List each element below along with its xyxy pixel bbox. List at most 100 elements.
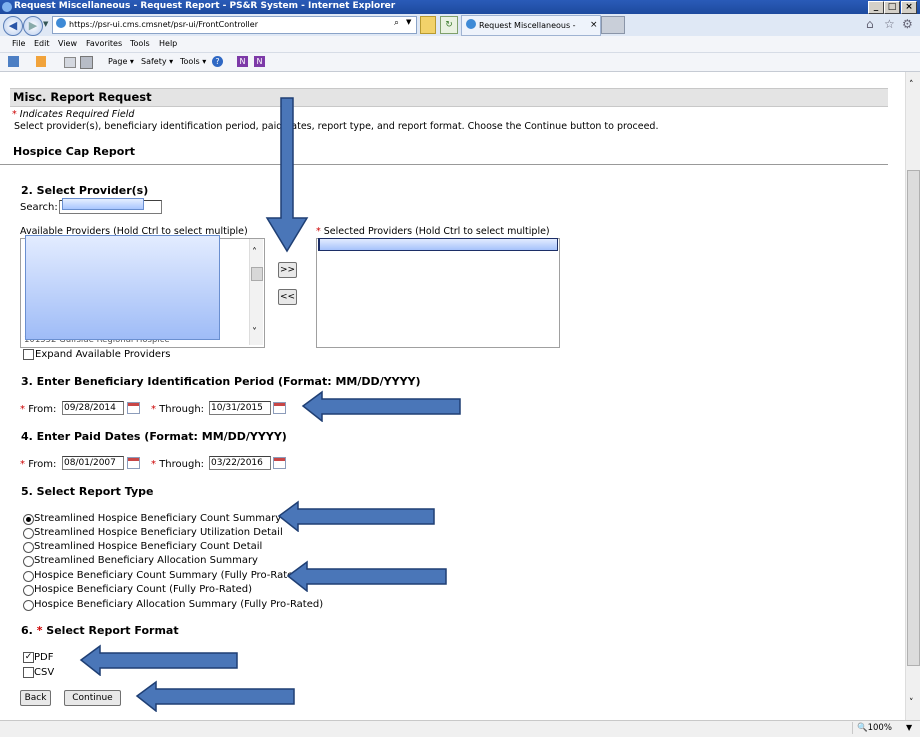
scroll-up-icon[interactable]: ˄ — [252, 247, 257, 258]
search-icon[interactable]: ⌕ — [394, 18, 399, 28]
menu-favorites[interactable]: Favorites — [86, 39, 122, 48]
forward-arrow-icon[interactable]: ▶ — [23, 16, 43, 36]
new-tab-button[interactable] — [601, 16, 625, 34]
report-type-radio-2[interactable] — [23, 542, 34, 553]
report-type-radio-6[interactable] — [23, 600, 34, 611]
command-bar: Page ▾ Safety ▾ Tools ▾ ? N N — [0, 53, 920, 72]
section-header: Misc. Report Request — [10, 88, 888, 107]
report-type-radio-5[interactable] — [23, 585, 34, 596]
list-scroll-thumb[interactable] — [251, 267, 263, 281]
close-window-button[interactable]: × — [901, 1, 917, 14]
print-icon[interactable] — [80, 56, 93, 69]
add-provider-button[interactable]: >> — [278, 262, 297, 278]
down-arrow-annotation — [265, 97, 309, 253]
gear-icon[interactable]: ⚙ — [902, 17, 913, 31]
menu-tools[interactable]: Tools — [130, 39, 150, 48]
safety-menu[interactable]: Safety ▾ — [141, 57, 173, 66]
scroll-down-icon[interactable]: ˅ — [909, 698, 914, 708]
report-type-label-4: Hospice Beneficiary Count Summary (Fully… — [34, 570, 304, 581]
browser-tab[interactable]: Request Miscellaneous - Req... × — [461, 15, 601, 49]
minimize-button[interactable]: _ — [868, 1, 884, 14]
required-asterisk: * — [12, 109, 17, 120]
page-content: Misc. Report Request * Indicates Require… — [0, 72, 905, 720]
divider — [0, 164, 888, 165]
beneficiary-through-input[interactable]: 10/31/2015 — [209, 401, 271, 415]
report-format-title: 6. * Select Report Format — [21, 624, 179, 637]
selected-providers-list[interactable] — [316, 238, 560, 348]
tab-page-icon — [466, 19, 476, 29]
list-scrollbar[interactable]: ˄ ˅ — [249, 239, 263, 345]
beneficiary-title: 3. Enter Beneficiary Identification Peri… — [21, 375, 421, 388]
page-menu[interactable]: Page ▾ — [108, 57, 134, 66]
back-arrow-icon[interactable]: ◀ — [3, 16, 23, 36]
left-arrow-annotation — [135, 680, 295, 712]
redaction-block — [25, 235, 220, 340]
report-type-label-5: Hospice Beneficiary Count (Fully Pro-Rat… — [34, 584, 253, 595]
calendar-icon[interactable] — [273, 402, 286, 414]
scroll-up-icon[interactable]: ˄ — [909, 80, 914, 90]
home-icon[interactable]: ⌂ — [866, 17, 874, 31]
remove-provider-button[interactable]: << — [278, 289, 297, 305]
pdf-label: PDF — [34, 652, 54, 663]
page-icon — [56, 18, 66, 28]
menu-file[interactable]: File — [12, 39, 25, 48]
zoom-control[interactable]: 🔍100% — [852, 722, 907, 734]
menu-edit[interactable]: Edit — [34, 39, 50, 48]
pdf-checkbox[interactable]: ✓ — [23, 652, 34, 663]
mail-icon[interactable] — [64, 57, 76, 68]
paid-through-label: * Through: — [151, 459, 205, 470]
report-type-radio-0[interactable] — [23, 514, 34, 525]
onenote-linked-icon[interactable]: N — [254, 56, 265, 67]
history-dropdown-icon[interactable]: ▼ — [43, 20, 48, 28]
refresh-icon[interactable]: ↻ — [440, 16, 458, 34]
home-page-icon[interactable] — [8, 56, 19, 67]
csv-label: CSV — [34, 667, 55, 678]
report-name: Hospice Cap Report — [13, 145, 136, 158]
beneficiary-from-label: * From: — [20, 404, 57, 415]
menu-bar: File Edit View Favorites Tools Help — [0, 36, 920, 53]
menu-view[interactable]: View — [58, 39, 77, 48]
redaction-block — [318, 238, 558, 251]
calendar-icon[interactable] — [273, 457, 286, 469]
required-field-note: * Indicates Required Field — [12, 109, 135, 120]
report-type-label-6: Hospice Beneficiary Allocation Summary (… — [34, 599, 324, 610]
calendar-icon[interactable] — [127, 457, 140, 469]
providers-title: 2. Select Provider(s) — [21, 184, 149, 197]
left-arrow-annotation — [301, 390, 461, 422]
url-text: https://psr-ui.cms.cmsnet/psr-ui/FrontCo… — [69, 20, 258, 29]
selected-providers-label: * Selected Providers (Hold Ctrl to selec… — [316, 226, 550, 237]
zoom-dropdown-icon[interactable]: ▼ — [906, 723, 912, 732]
feeds-icon[interactable] — [36, 56, 46, 67]
back-button[interactable]: Back — [20, 690, 51, 706]
zoom-level: 100% — [867, 723, 892, 733]
expand-providers-checkbox[interactable] — [23, 349, 34, 360]
url-dropdown-icon[interactable]: ▼ — [406, 18, 411, 26]
report-type-radio-1[interactable] — [23, 528, 34, 539]
url-input[interactable]: https://psr-ui.cms.cmsnet/psr-ui/FrontCo… — [52, 16, 417, 34]
maximize-button[interactable]: □ — [884, 1, 900, 14]
continue-button[interactable]: Continue — [64, 690, 121, 706]
paid-through-input[interactable]: 03/22/2016 — [209, 456, 271, 470]
paid-from-label: * From: — [20, 459, 57, 470]
left-arrow-annotation — [286, 560, 447, 592]
close-tab-icon[interactable]: × — [590, 16, 598, 35]
expand-providers-label: Expand Available Providers — [35, 349, 171, 360]
favorites-star-icon[interactable]: ☆ — [884, 17, 895, 31]
paid-dates-title: 4. Enter Paid Dates (Format: MM/DD/YYYY) — [21, 430, 287, 443]
report-type-radio-4[interactable] — [23, 571, 34, 582]
report-type-label-1: Streamlined Hospice Beneficiary Utilizat… — [34, 527, 283, 538]
help-icon[interactable]: ? — [212, 56, 223, 67]
onenote-icon[interactable]: N — [237, 56, 248, 67]
page-scroll-thumb[interactable] — [907, 170, 920, 666]
report-type-label-2: Streamlined Hospice Beneficiary Count De… — [34, 541, 263, 552]
calendar-icon[interactable] — [127, 402, 140, 414]
lock-icon[interactable] — [420, 16, 436, 34]
left-arrow-annotation — [277, 500, 435, 532]
report-type-radio-3[interactable] — [23, 556, 34, 567]
tools-menu[interactable]: Tools ▾ — [180, 57, 206, 66]
menu-help[interactable]: Help — [159, 39, 177, 48]
csv-checkbox[interactable] — [23, 667, 34, 678]
beneficiary-from-input[interactable]: 09/28/2014 — [62, 401, 124, 415]
paid-from-input[interactable]: 08/01/2007 — [62, 456, 124, 470]
scroll-down-icon[interactable]: ˅ — [252, 327, 257, 338]
